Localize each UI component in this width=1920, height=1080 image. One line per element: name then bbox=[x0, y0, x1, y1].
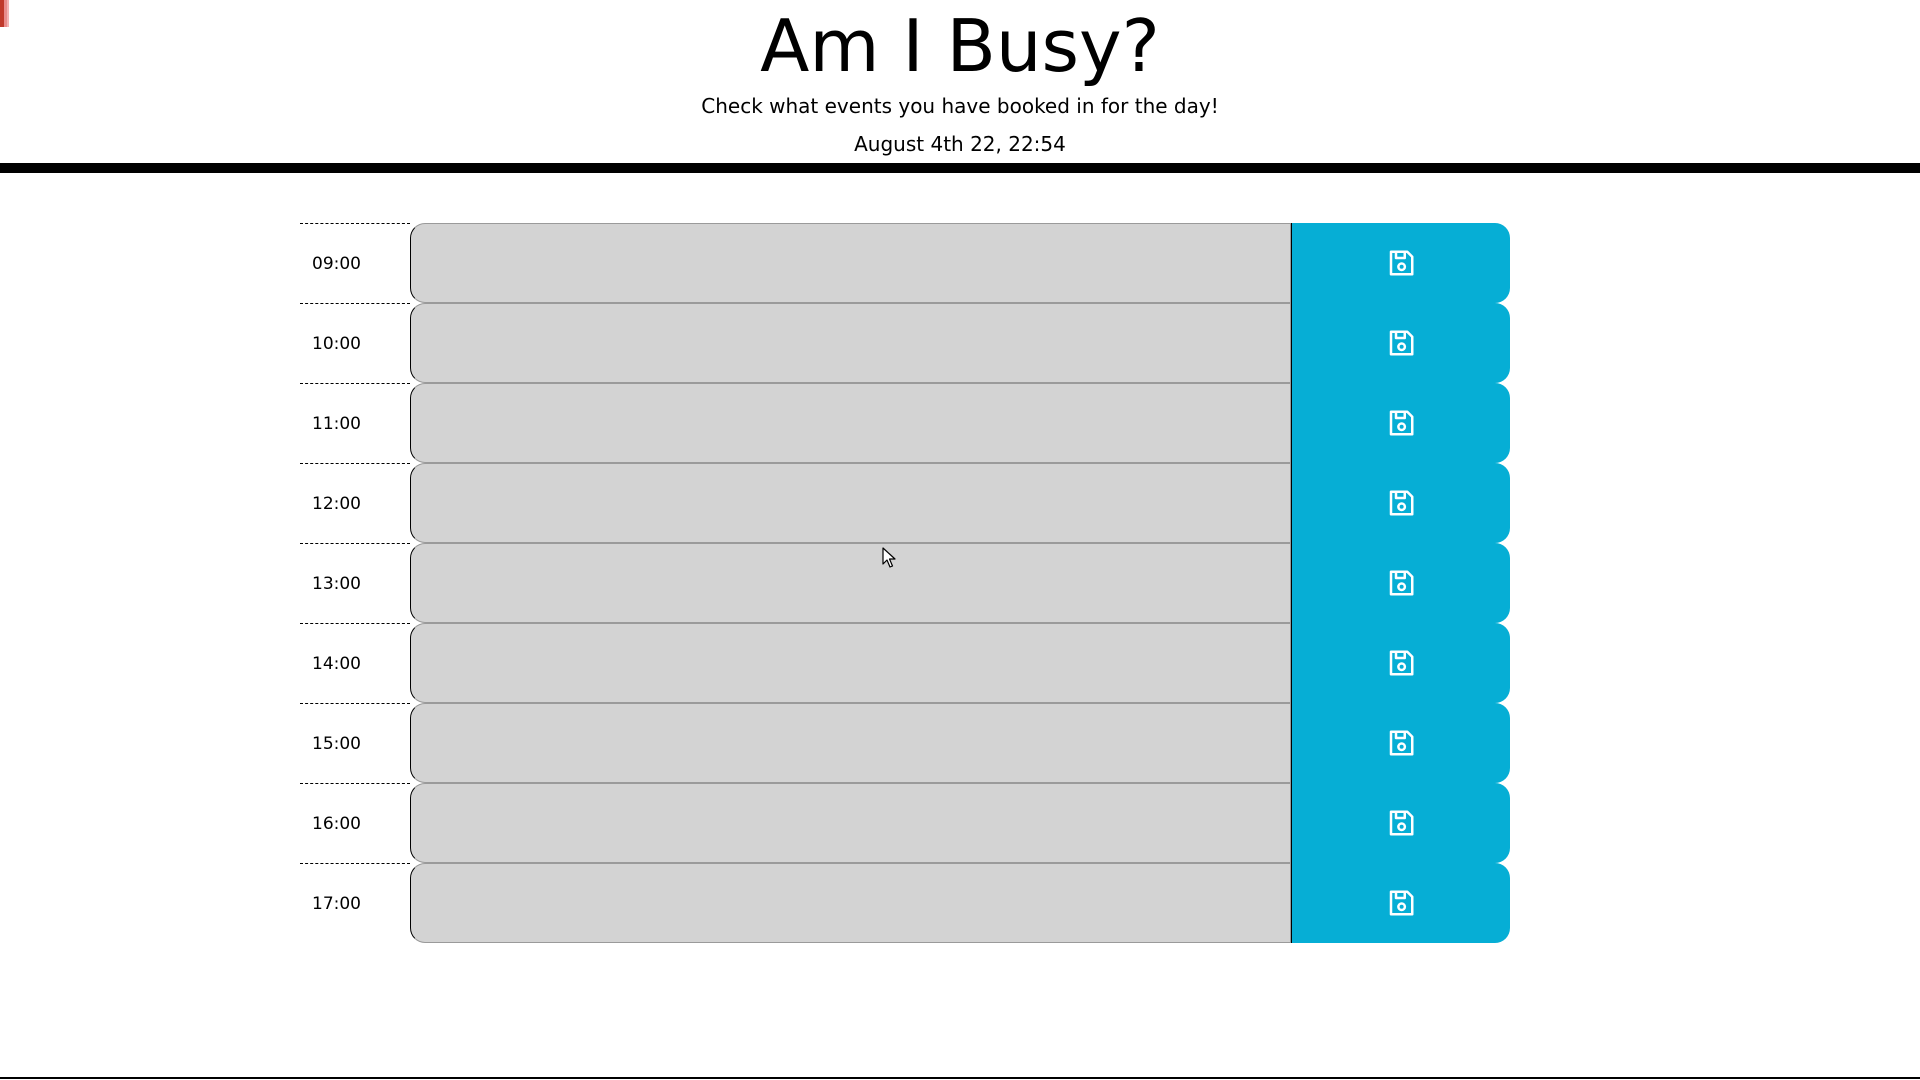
save-button[interactable] bbox=[1291, 623, 1510, 703]
time-block: 11:00 bbox=[300, 383, 1510, 463]
save-button[interactable] bbox=[1291, 543, 1510, 623]
hour-label: 12:00 bbox=[300, 463, 410, 543]
time-block: 14:00 bbox=[300, 623, 1510, 703]
time-block: 15:00 bbox=[300, 703, 1510, 783]
floppy-disk-icon bbox=[1389, 330, 1414, 356]
event-textarea[interactable] bbox=[410, 463, 1291, 543]
event-textarea[interactable] bbox=[410, 303, 1291, 383]
mouse-pointer-icon bbox=[882, 547, 896, 568]
event-textarea[interactable] bbox=[410, 223, 1291, 303]
save-button[interactable] bbox=[1291, 463, 1510, 543]
time-block: 12:00 bbox=[300, 463, 1510, 543]
floppy-disk-icon bbox=[1389, 410, 1414, 436]
favicon-fragment bbox=[0, 0, 9, 27]
hour-label: 11:00 bbox=[300, 383, 410, 463]
event-textarea[interactable] bbox=[410, 383, 1291, 463]
floppy-disk-icon bbox=[1389, 490, 1414, 516]
floppy-disk-icon bbox=[1389, 810, 1414, 836]
time-block: 13:00 bbox=[300, 543, 1510, 623]
time-block: 09:00 bbox=[300, 223, 1510, 303]
event-textarea[interactable] bbox=[410, 783, 1291, 863]
time-block: 10:00 bbox=[300, 303, 1510, 383]
hour-label: 14:00 bbox=[300, 623, 410, 703]
event-textarea[interactable] bbox=[410, 703, 1291, 783]
floppy-disk-icon bbox=[1389, 250, 1414, 276]
current-day: August 4th 22, 22:54 bbox=[854, 132, 1066, 156]
hour-label: 13:00 bbox=[300, 543, 410, 623]
hour-label: 16:00 bbox=[300, 783, 410, 863]
save-button[interactable] bbox=[1291, 223, 1510, 303]
page-header: Am I Busy? Check what events you have bo… bbox=[0, 0, 1920, 173]
save-button[interactable] bbox=[1291, 703, 1510, 783]
page-subtitle: Check what events you have booked in for… bbox=[701, 94, 1219, 118]
floppy-disk-icon bbox=[1389, 730, 1414, 756]
hour-label: 17:00 bbox=[300, 863, 410, 943]
page-bottom-divider bbox=[0, 1077, 1920, 1079]
event-textarea[interactable] bbox=[410, 623, 1291, 703]
floppy-disk-icon bbox=[1389, 890, 1414, 916]
schedule-container: 09:00 10:00 11:00 12:00 13:00 14:00 15:0… bbox=[300, 223, 1510, 943]
page-title: Am I Busy? bbox=[760, 4, 1160, 88]
save-button[interactable] bbox=[1291, 783, 1510, 863]
floppy-disk-icon bbox=[1389, 570, 1414, 596]
save-button[interactable] bbox=[1291, 863, 1510, 943]
event-textarea[interactable] bbox=[410, 543, 1291, 623]
event-textarea[interactable] bbox=[410, 863, 1291, 943]
hour-label: 09:00 bbox=[300, 223, 410, 303]
hour-label: 15:00 bbox=[300, 703, 410, 783]
floppy-disk-icon bbox=[1389, 650, 1414, 676]
hour-label: 10:00 bbox=[300, 303, 410, 383]
time-block: 17:00 bbox=[300, 863, 1510, 943]
time-block: 16:00 bbox=[300, 783, 1510, 863]
save-button[interactable] bbox=[1291, 303, 1510, 383]
save-button[interactable] bbox=[1291, 383, 1510, 463]
